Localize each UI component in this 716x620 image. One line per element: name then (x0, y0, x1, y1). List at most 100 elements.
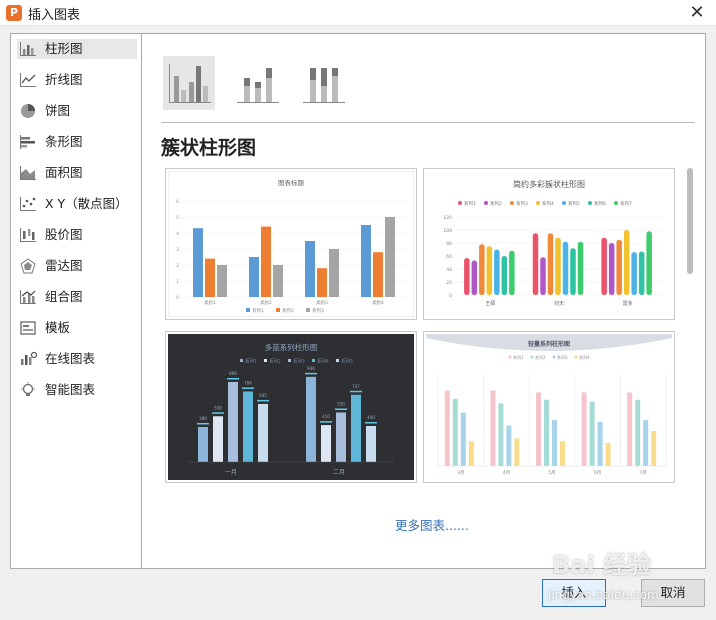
sidebar-item-bar[interactable]: 柱形图 (17, 39, 137, 59)
bar (605, 443, 611, 466)
sidebar-item-online-chart[interactable]: 在线图表 (17, 349, 137, 380)
more-charts-link[interactable]: 更多图表...... (395, 515, 469, 534)
bar (444, 390, 450, 466)
bar-cap (320, 421, 332, 423)
sidebar-item-label: 饼图 (45, 103, 71, 118)
legend-swatch (574, 355, 578, 359)
sidebar-item-combo[interactable]: 组合图 (17, 287, 137, 318)
bar (205, 258, 215, 297)
bar (361, 225, 371, 297)
x-tick-label: 类别3 (316, 299, 328, 306)
app-logo-icon: P (6, 5, 22, 21)
sidebar-item-horizontal-bar[interactable]: 条形图 (17, 132, 137, 163)
bar (581, 392, 587, 466)
template-thumbnail-colorful[interactable]: 简约多彩簇状柱形图 系列1 系列2 系列3 系列4 系列5 系列6 系列7 0 20 40 60 80 1… (423, 168, 675, 320)
sidebar-item-smart-chart[interactable]: 智能图表 (17, 380, 137, 411)
chart-title: 简约多彩簇状柱形图 (513, 179, 585, 189)
sidebar-item-scatter[interactable]: X Y（散点图） (17, 194, 137, 225)
legend-label: 系列3 (516, 200, 528, 207)
legend-swatch (552, 355, 556, 359)
sidebar-item-stock[interactable]: 股价图 (17, 225, 137, 256)
data-label: 550 (337, 402, 345, 407)
gallery-scrollbar[interactable] (686, 168, 694, 486)
scrollbar-thumb[interactable] (687, 168, 693, 274)
legend-swatch (562, 201, 566, 205)
y-tick-label: 5 (176, 215, 179, 221)
sidebar-item-area[interactable]: 面积图 (17, 163, 137, 194)
x-tick-label: 二月 (333, 469, 345, 476)
bar (317, 268, 327, 297)
clustered-bar-icon (169, 64, 211, 103)
sidebar-item-label: 面积图 (45, 165, 83, 180)
x-tick-label: 3月 (457, 470, 464, 476)
data-label: 400 (367, 415, 375, 420)
blue-dark-chart-svg: 多蓝系列柱形图系列1 系列2 系列3 系列4 系列5 389 508 889 784 645 一月 9… (168, 334, 414, 480)
sidebar-item-label: 智能图表 (45, 382, 96, 397)
y-tick-label: 60 (446, 254, 452, 260)
sidebar-item-radar[interactable]: 雷达图 (17, 256, 137, 287)
chart-type-sidebar: 柱形图 折线图 饼图 条形图 面积图 X Y（散点图） 股价图 雷达图 组合图 … (11, 34, 142, 568)
bar (498, 403, 504, 466)
x-tick-label: 类别1 (204, 299, 216, 306)
sidebar-item-label: X Y（散点图） (45, 196, 128, 211)
y-tick-label: 1 (176, 279, 179, 285)
legend-swatch (614, 201, 618, 205)
bar-cap (197, 422, 209, 425)
subtype-percent-stacked-bar[interactable] (297, 56, 349, 110)
subtype-clustered-bar[interactable] (163, 56, 215, 110)
bar (198, 426, 208, 462)
bar (468, 441, 474, 466)
x-tick-label: 4月 (503, 470, 510, 476)
bar (651, 431, 657, 466)
legend-label: 系列1 (513, 354, 524, 360)
legend-label: 系列1 (245, 358, 257, 365)
bar (547, 233, 554, 295)
chart-title: 多蓝系列柱形图 (265, 342, 318, 352)
bar (616, 239, 622, 295)
subtype-stacked-bar[interactable] (231, 56, 283, 110)
y-tick-label: 120 (443, 215, 452, 221)
sidebar-item-label: 柱形图 (43, 39, 85, 59)
bar (562, 241, 569, 295)
bar (514, 438, 520, 466)
watermark-logo: Bai 经验 (552, 551, 652, 579)
bar (570, 248, 576, 295)
stock-chart-icon (20, 228, 36, 242)
sidebar-item-template[interactable]: 模板 (17, 318, 137, 349)
close-button[interactable]: ✕ (684, 0, 710, 26)
close-icon: ✕ (689, 2, 705, 23)
legend-label: 系列6 (594, 200, 606, 207)
combo-chart-icon (20, 290, 36, 304)
x-tick-label: 类别2 (260, 299, 272, 306)
chart-title: 图表标题 (278, 178, 305, 187)
legend-swatch (306, 308, 310, 312)
bar (532, 233, 539, 295)
y-tick-label: 0 (176, 295, 179, 301)
chart-template-gallery: 图表标题 0 1 2 3 4 5 6 类别1 类别2 类别3 类别4 系列1 系列2 系列3 简约多彩簇状柱… (165, 168, 685, 488)
bar (366, 426, 376, 462)
legend-label: 系列1 (464, 200, 476, 207)
area-chart-icon (20, 166, 36, 180)
bar (329, 249, 339, 297)
smart-chart-icon (21, 382, 35, 396)
template-thumbnail-basic[interactable]: 图表标题 0 1 2 3 4 5 6 类别1 类别2 类别3 类别4 系列1 系列2 系列3 (165, 168, 417, 320)
legend-swatch (276, 308, 280, 312)
bar (646, 231, 652, 295)
sidebar-item-label: 组合图 (45, 289, 83, 304)
sidebar-item-line[interactable]: 折线图 (17, 70, 137, 101)
y-tick-label: 6 (176, 199, 179, 205)
bar-cap (227, 377, 239, 380)
template-icon (20, 321, 36, 335)
bar (627, 392, 633, 466)
bar (589, 401, 595, 466)
legend-swatch (508, 355, 512, 359)
legend-label: 系列2 (269, 358, 281, 365)
dialog-title: 插入图表 (28, 8, 81, 23)
template-thumbnail-light[interactable]: 轻量系列柱形图 系列1 系列2 系列3 系列4 3月 4月 5月 6月 7月 (423, 331, 675, 483)
section-title: 簇状柱形图 (161, 137, 257, 159)
template-thumbnail-blue-dark[interactable]: 多蓝系列柱形图 系列1 系列2 系列3 系列4 系列5 389 508 889 784 645 一月 9… (165, 331, 417, 483)
sidebar-item-pie[interactable]: 饼图 (17, 101, 137, 132)
bar (597, 421, 603, 466)
bar (385, 217, 395, 297)
legend-swatch (510, 201, 514, 205)
